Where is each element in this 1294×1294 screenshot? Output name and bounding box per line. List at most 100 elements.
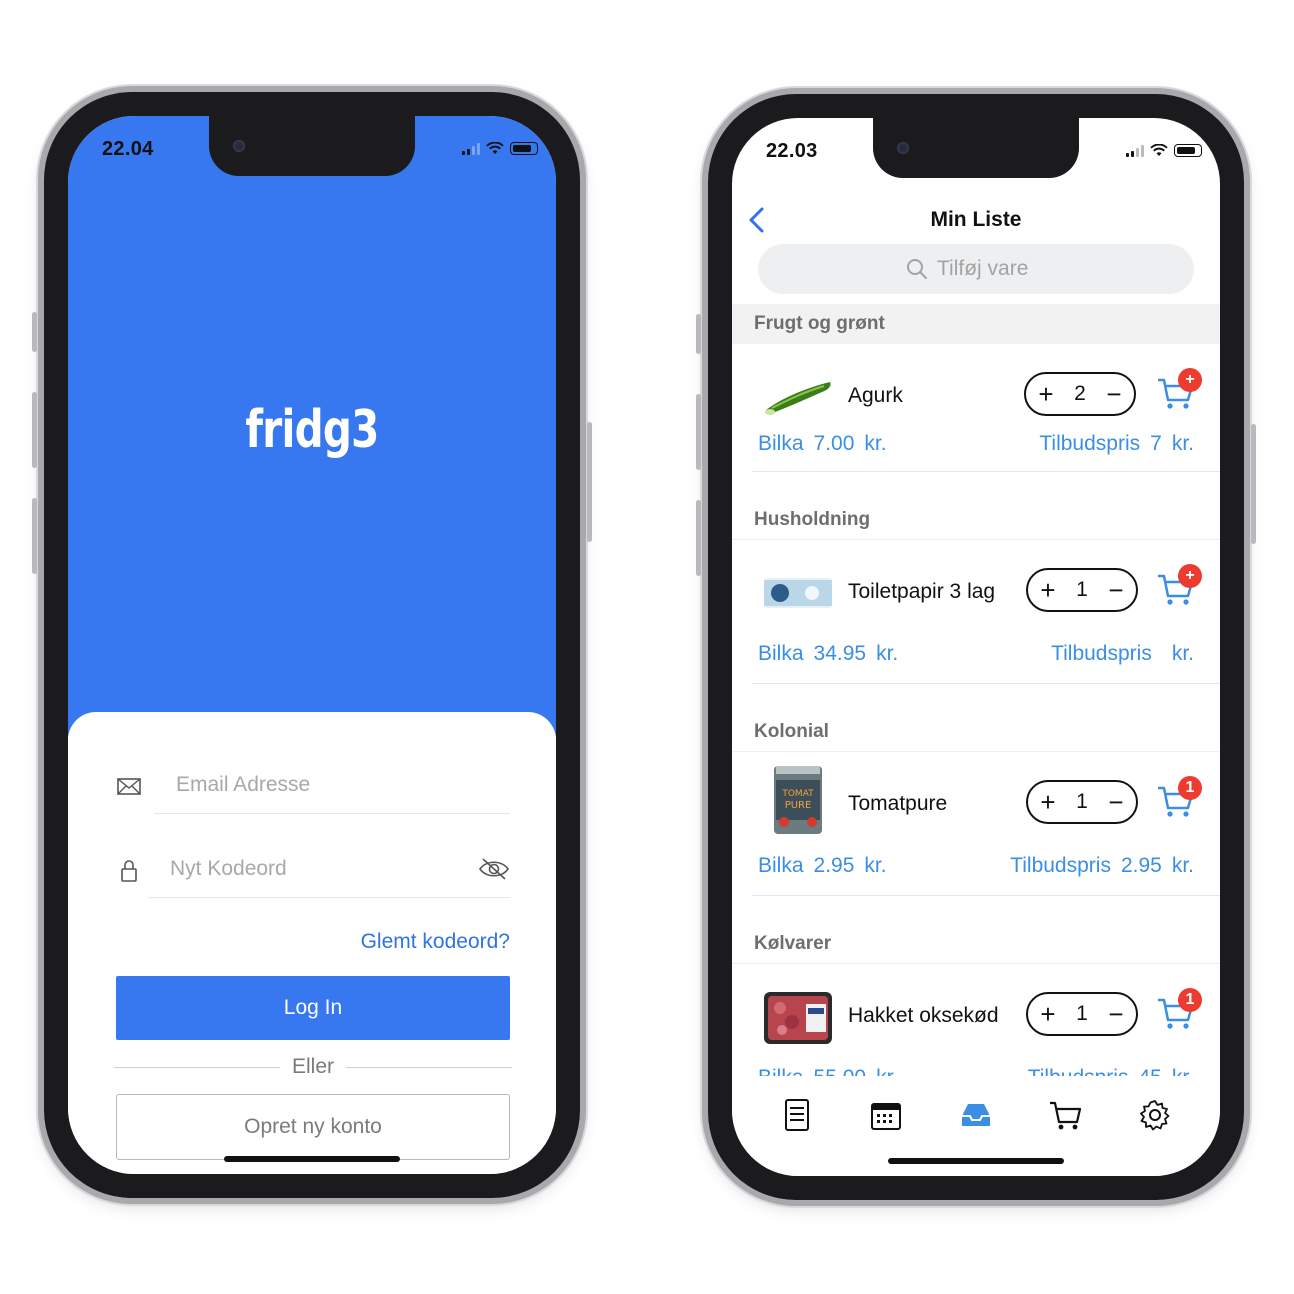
- increment-button[interactable]: +: [1036, 381, 1056, 407]
- cart-badge: +: [1178, 368, 1202, 392]
- increment-button[interactable]: +: [1038, 789, 1058, 815]
- quantity-value: 1: [1076, 578, 1088, 601]
- minced-beef-image: [764, 992, 832, 1044]
- mute-switch: [32, 312, 37, 352]
- password-field-row: [116, 840, 510, 900]
- category-header: Kolonial: [732, 684, 1220, 752]
- or-label: Eller: [292, 1055, 335, 1078]
- offer-label: Tilbudspris: [1051, 642, 1152, 665]
- currency: kr.: [864, 854, 887, 877]
- svg-text:PURE: PURE: [785, 800, 812, 811]
- increment-button[interactable]: +: [1038, 1001, 1058, 1027]
- quantity-stepper: + 1 −: [1026, 992, 1138, 1036]
- price-row: Bilka 2.95 kr. Tilbudspris 2.95 kr.: [758, 854, 1194, 878]
- decrement-button[interactable]: −: [1106, 1001, 1126, 1027]
- store-name: Bilka: [758, 854, 804, 877]
- cart-badge: +: [1178, 564, 1202, 588]
- calendar-icon[interactable]: [869, 1098, 903, 1132]
- status-time: 22.04: [102, 138, 154, 160]
- price-row: Bilka 55.00 kr. Tilbudspris 45 kr.: [758, 1066, 1194, 1076]
- page-title: Min Liste: [930, 208, 1022, 231]
- decrement-button[interactable]: −: [1104, 381, 1124, 407]
- notch: [209, 116, 415, 176]
- notch: [873, 118, 1079, 178]
- price-value: 7.00: [813, 432, 855, 455]
- quantity-value: 2: [1074, 382, 1086, 405]
- status-icons: [462, 142, 538, 155]
- side-button: [587, 422, 592, 542]
- decrement-button[interactable]: −: [1106, 577, 1126, 603]
- password-input[interactable]: [148, 840, 510, 898]
- cart-icon[interactable]: [1049, 1098, 1083, 1132]
- settings-icon[interactable]: [1138, 1098, 1172, 1132]
- quantity-stepper: + 1 −: [1026, 780, 1138, 824]
- increment-button[interactable]: +: [1038, 577, 1058, 603]
- cart-badge: 1: [1178, 776, 1202, 800]
- volume-down-button: [32, 498, 37, 574]
- email-field-row: [116, 756, 510, 816]
- add-to-cart-button[interactable]: +: [1156, 564, 1202, 608]
- home-indicator: [888, 1158, 1064, 1164]
- volume-down-button: [696, 500, 701, 576]
- app-logo: fridg3: [245, 400, 379, 460]
- cucumber-image: [765, 382, 831, 415]
- quantity-stepper: + 1 −: [1026, 568, 1138, 612]
- home-indicator: [224, 1156, 400, 1162]
- eye-off-icon[interactable]: [478, 856, 510, 882]
- price-row: Bilka 34.95 kr. Tilbudspris kr.: [758, 642, 1194, 666]
- list-screen: 22.03 Min Liste Frugt og grønt: [732, 118, 1220, 1176]
- side-button: [1251, 424, 1256, 544]
- add-to-cart-button[interactable]: 1: [1156, 988, 1202, 1032]
- category-header: Frugt og grønt: [732, 304, 1220, 344]
- login-screen: 22.04 fridg3 Email Adresse Glemt kodeord…: [68, 116, 556, 1174]
- email-input[interactable]: [154, 756, 510, 814]
- offer-currency: kr.: [1171, 432, 1194, 455]
- status-time: 22.03: [766, 140, 818, 162]
- price-value: 2.95: [813, 854, 855, 877]
- price-row: Bilka 7.00 kr. Tilbudspris 7 kr.: [758, 432, 1194, 456]
- or-divider: Eller: [114, 1052, 513, 1082]
- offer-label: Tilbudspris: [1028, 1066, 1129, 1076]
- wifi-icon: [486, 142, 504, 154]
- search-bar[interactable]: [758, 244, 1194, 294]
- list-icon[interactable]: [780, 1098, 814, 1132]
- forgot-password-link[interactable]: Glemt kodeord?: [361, 930, 510, 954]
- decrement-button[interactable]: −: [1106, 789, 1126, 815]
- store-name: Bilka: [758, 1066, 804, 1076]
- offer-price: 2.95: [1120, 854, 1162, 877]
- currency: kr.: [876, 1066, 898, 1076]
- offer-price: 7: [1150, 432, 1162, 455]
- login-button[interactable]: Log In: [116, 976, 510, 1040]
- login-phone: 22.04 fridg3 Email Adresse Glemt kodeord…: [32, 92, 592, 1198]
- wifi-icon: [1150, 144, 1168, 156]
- offer-currency: kr.: [1171, 854, 1194, 877]
- list-item: Hakket oksekød + 1 − 1 Bilka 55.00 kr. Til…: [752, 964, 1220, 1076]
- add-item-input[interactable]: [937, 257, 1047, 281]
- battery-icon: [1174, 144, 1202, 157]
- category-header: Husholdning: [732, 472, 1220, 540]
- inbox-icon[interactable]: [959, 1098, 993, 1132]
- offer-label: Tilbudspris: [1039, 432, 1141, 455]
- list-item: Agurk + 2 − + Bilka 7.00 kr. Tilbudspris 7 k…: [752, 344, 1220, 472]
- price-value: 55.00: [814, 1066, 867, 1076]
- toilet-paper-image: [764, 578, 832, 608]
- login-header: fridg3: [68, 116, 556, 736]
- category-header: Kølvarer: [732, 896, 1220, 964]
- add-to-cart-button[interactable]: 1: [1156, 776, 1202, 820]
- lock-icon: [121, 860, 137, 882]
- create-account-button[interactable]: Opret ny konto: [116, 1094, 510, 1160]
- navigation-bar: Min Liste: [732, 198, 1220, 242]
- offer-price: 45: [1138, 1066, 1161, 1076]
- item-name: Hakket oksekød: [848, 1004, 999, 1027]
- quantity-value: 1: [1076, 1002, 1088, 1025]
- list-phone: 22.03 Min Liste Frugt og grønt: [696, 94, 1256, 1200]
- add-to-cart-button[interactable]: +: [1156, 368, 1202, 412]
- currency: kr.: [864, 432, 887, 455]
- store-name: Bilka: [758, 642, 804, 665]
- item-name: Agurk: [848, 384, 903, 407]
- svg-text:TOMAT: TOMAT: [781, 789, 814, 799]
- store-name: Bilka: [758, 432, 804, 455]
- login-form: Glemt kodeord? Log In Eller Opret ny kon…: [68, 712, 556, 1174]
- currency: kr.: [876, 642, 899, 665]
- offer-currency: kr.: [1171, 642, 1194, 665]
